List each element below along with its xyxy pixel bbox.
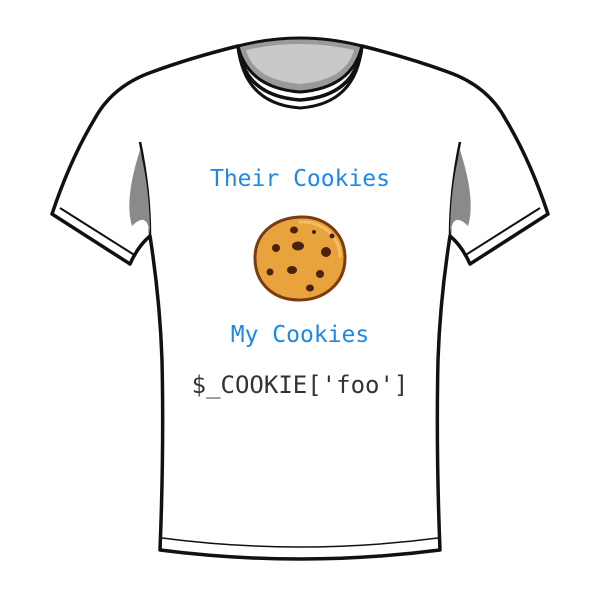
cookie-icon [253, 215, 347, 302]
chocolate-chip [272, 244, 280, 252]
print-text-my-cookies: My Cookies [230, 322, 370, 348]
chocolate-chip [287, 266, 297, 274]
shirt-body [50, 44, 550, 561]
chocolate-chip [266, 268, 274, 276]
chocolate-chip [290, 226, 298, 234]
chocolate-chip [316, 270, 324, 278]
chocolate-chip [292, 241, 304, 251]
chocolate-chip [329, 233, 335, 239]
chocolate-chip [321, 247, 331, 257]
print-text-their-cookies: Their Cookies [209, 166, 390, 192]
chocolate-chip [312, 230, 316, 234]
cookie-dough [253, 215, 347, 302]
print-text-cookie-code: $_COOKIE['foo'] [191, 371, 409, 399]
chocolate-chip [306, 284, 314, 292]
tshirt-mockup: Their Cookies My Cookies $_COOKIE['foo'] [0, 0, 600, 600]
